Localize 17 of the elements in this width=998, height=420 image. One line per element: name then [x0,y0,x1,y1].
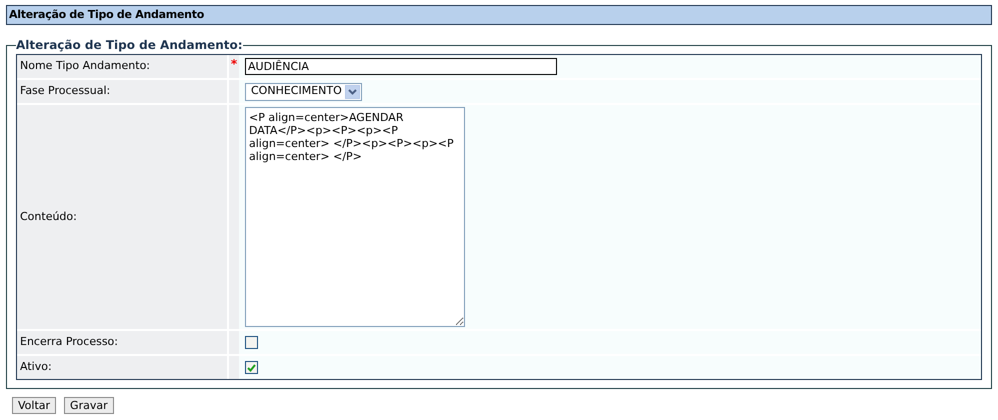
label-cell: Encerra Processo: [17,331,229,354]
checkbox[interactable] [245,336,258,349]
checkbox[interactable] [245,361,258,374]
marker-cell [229,356,239,379]
label-cell: Conteúdo: [17,105,229,329]
form-button[interactable]: Voltar [12,397,56,414]
label-cell: Nome Tipo Andamento: [17,55,229,78]
label-cell: Fase Processual: [17,80,229,103]
form-button[interactable]: Gravar [64,397,114,414]
page-header: Alteração de Tipo de Andamento [6,5,992,25]
label-cell: Ativo: [17,356,229,379]
chevron-down-icon [344,84,360,98]
panel-legend: Alteração de Tipo de Andamento: [16,36,243,54]
select-field[interactable]: CONHECIMENTO [245,82,362,100]
content-textarea[interactable]: <P align=center>AGENDAR DATA</P><p><P><p><P align=center> </P><p><P><p><P align=center> </P> [245,107,465,327]
text-field[interactable]: AUDIÊNCIA [245,58,557,75]
marker-cell: * [229,55,239,78]
